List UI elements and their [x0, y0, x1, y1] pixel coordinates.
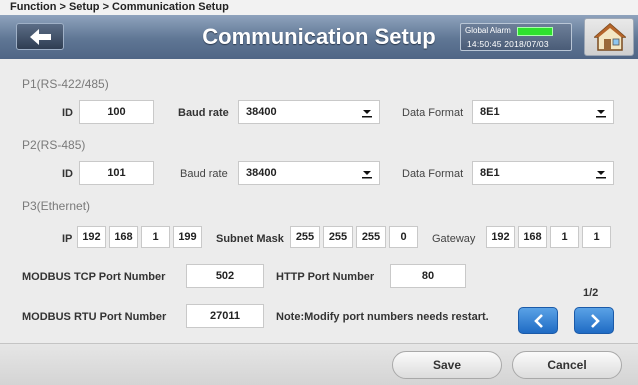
global-alarm-label: Global Alarm [465, 26, 511, 35]
p2-format-label: Data Format [402, 168, 464, 180]
dropdown-arrow-icon [594, 105, 608, 119]
http-port-field[interactable]: 80 [390, 264, 466, 288]
chevron-left-icon [534, 314, 543, 328]
save-button[interactable]: Save [392, 351, 502, 379]
ip-octet-2[interactable]: 168 [109, 226, 138, 248]
p1-section-title: P1(RS-422/485) [22, 77, 109, 91]
footer-bar: Save Cancel [0, 343, 638, 385]
p1-baud-select[interactable]: 38400 [238, 100, 380, 124]
previous-page-button[interactable] [518, 307, 558, 334]
mask-octet-3[interactable]: 255 [356, 226, 386, 248]
modbus-rtu-port-field[interactable]: 27011 [186, 304, 264, 328]
p1-baud-value: 38400 [246, 106, 277, 118]
p2-id-field[interactable]: 101 [79, 161, 154, 185]
mask-octet-4[interactable]: 0 [389, 226, 418, 248]
ip-label: IP [62, 233, 73, 245]
p2-id-label: ID [62, 168, 73, 180]
mask-octet-1[interactable]: 255 [290, 226, 320, 248]
global-alarm-status: Global Alarm 14:50:45 2018/07/03 [460, 23, 572, 51]
ip-octet-4[interactable]: 199 [173, 226, 202, 248]
p2-baud-value: 38400 [246, 167, 277, 179]
mask-octet-2[interactable]: 255 [323, 226, 353, 248]
p1-format-label: Data Format [402, 107, 464, 119]
p1-format-select[interactable]: 8E1 [472, 100, 614, 124]
http-port-label: HTTP Port Number [276, 271, 375, 283]
gateway-label: Gateway [432, 233, 476, 245]
settings-panel: P1(RS-422/485) ID 100 Baud rate 38400 Da… [0, 59, 638, 343]
p1-baud-label: Baud rate [178, 107, 229, 119]
chevron-right-icon [591, 314, 600, 328]
p2-format-value: 8E1 [480, 167, 500, 179]
back-button[interactable] [16, 23, 64, 50]
gateway-octet-2[interactable]: 168 [518, 226, 547, 248]
back-arrow-icon [30, 29, 51, 45]
subnet-mask-label: Subnet Mask [216, 233, 284, 245]
dropdown-arrow-icon [594, 166, 608, 180]
p1-id-label: ID [62, 107, 73, 119]
p1-id-field[interactable]: 100 [79, 100, 154, 124]
page-indicator: 1/2 [583, 287, 599, 299]
dropdown-arrow-icon [360, 166, 374, 180]
gateway-octet-1[interactable]: 192 [486, 226, 515, 248]
home-button[interactable] [584, 18, 634, 56]
gateway-octet-3[interactable]: 1 [550, 226, 579, 248]
ip-octet-1[interactable]: 192 [77, 226, 106, 248]
home-icon [594, 23, 626, 51]
title-bar: Communication Setup Global Alarm 14:50:4… [0, 15, 638, 59]
gateway-octet-4[interactable]: 1 [582, 226, 611, 248]
next-page-button[interactable] [574, 307, 614, 334]
ip-octet-3[interactable]: 1 [141, 226, 170, 248]
restart-note: Note:Modify port numbers needs restart. [276, 311, 489, 323]
datetime-display: 14:50:45 2018/07/03 [467, 39, 549, 49]
p2-baud-label: Baud rate [180, 168, 228, 180]
p1-format-value: 8E1 [480, 106, 500, 118]
p2-section-title: P2(RS-485) [22, 138, 86, 152]
alarm-indicator-led [517, 27, 553, 36]
modbus-tcp-port-field[interactable]: 502 [186, 264, 264, 288]
modbus-tcp-port-label: MODBUS TCP Port Number [22, 271, 166, 283]
cancel-button[interactable]: Cancel [512, 351, 622, 379]
p2-baud-select[interactable]: 38400 [238, 161, 380, 185]
dropdown-arrow-icon [360, 105, 374, 119]
p2-format-select[interactable]: 8E1 [472, 161, 614, 185]
p3-section-title: P3(Ethernet) [22, 199, 91, 213]
modbus-rtu-port-label: MODBUS RTU Port Number [22, 311, 167, 323]
breadcrumb: Function > Setup > Communication Setup [0, 0, 638, 15]
